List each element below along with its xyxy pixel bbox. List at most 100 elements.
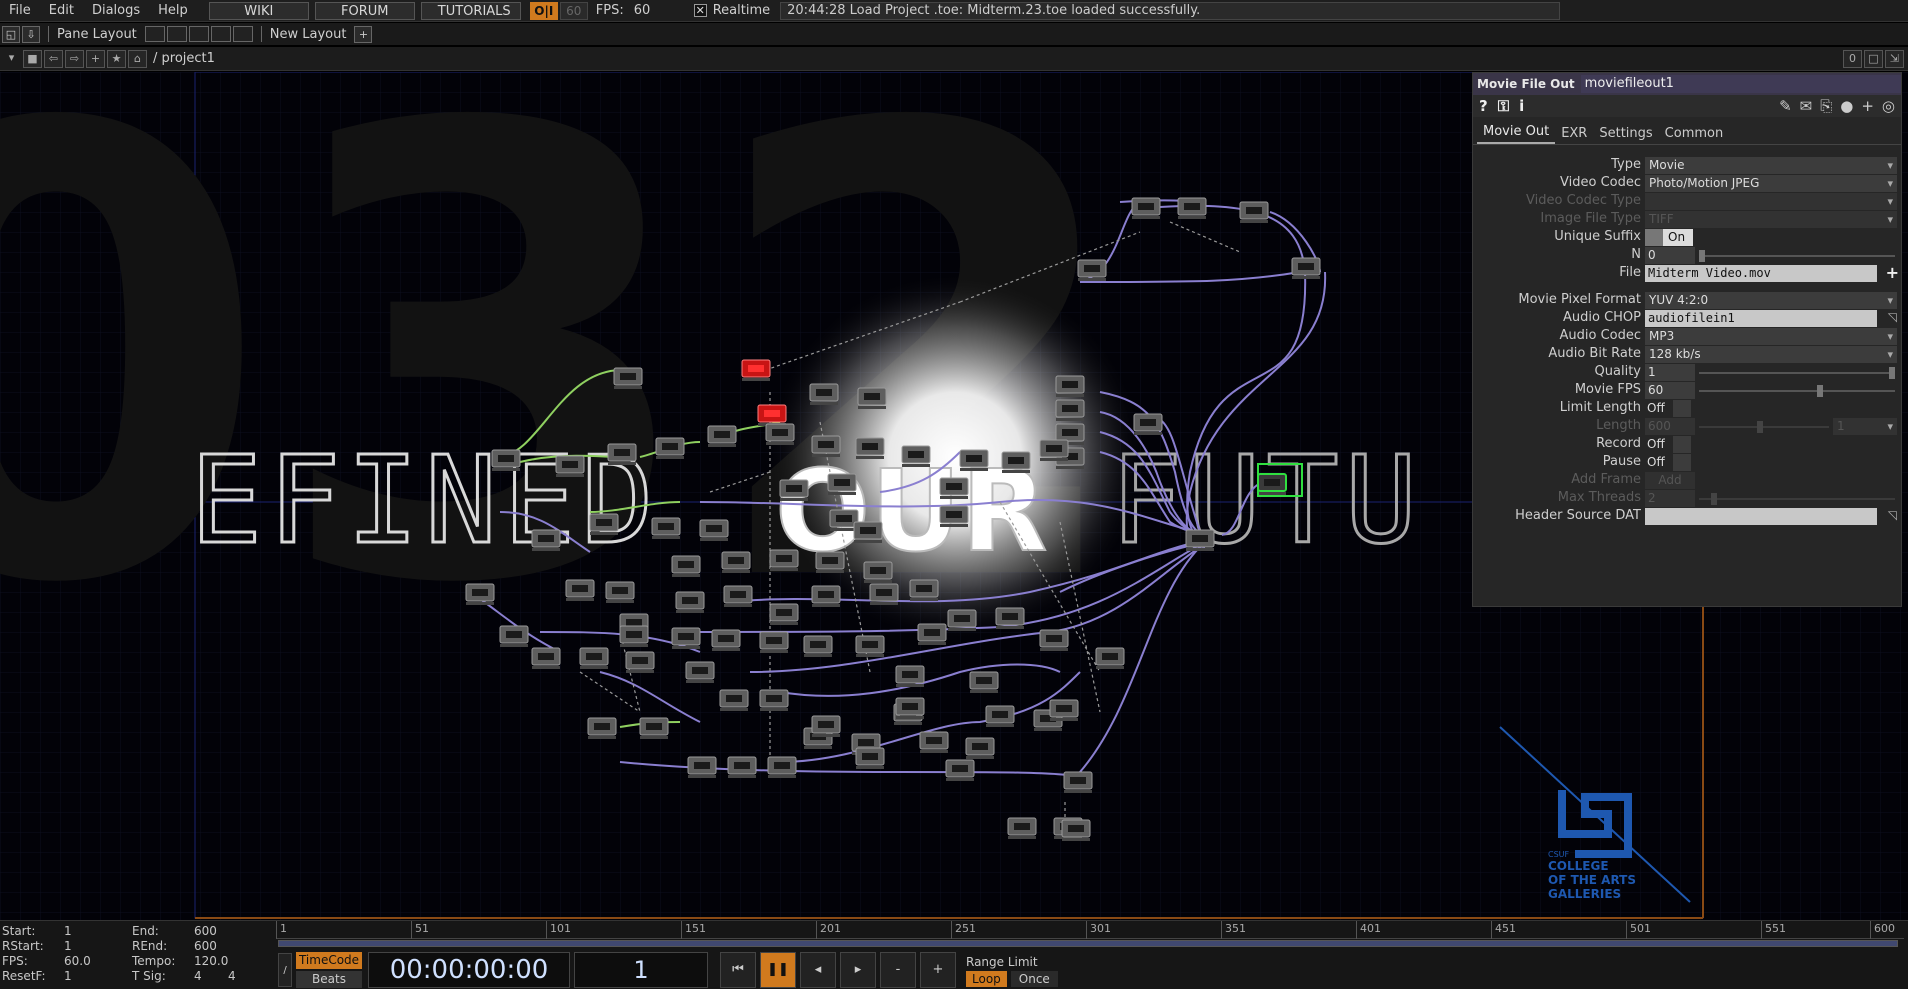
help-icon[interactable]: ?: [1479, 97, 1488, 115]
python-help-icon[interactable]: ⚿: [1498, 97, 1509, 115]
back-arrow-icon[interactable]: ⇦: [44, 49, 63, 68]
resetf-value[interactable]: 1: [64, 969, 72, 984]
start-value[interactable]: 1: [64, 924, 72, 939]
rend-value[interactable]: 600: [194, 939, 217, 954]
header-source-field[interactable]: [1645, 508, 1877, 525]
end-value[interactable]: 600: [194, 924, 217, 939]
video-codec-menu[interactable]: Photo/Motion JPEG: [1645, 175, 1897, 192]
pixel-format-menu[interactable]: YUV 4:2:0: [1645, 292, 1897, 309]
tab-movie-out[interactable]: Movie Out: [1477, 124, 1556, 144]
forum-button[interactable]: FORUM: [314, 1, 415, 20]
movie-fps-slider[interactable]: [1699, 385, 1895, 397]
forward-arrow-icon[interactable]: ⇨: [65, 49, 84, 68]
audio-codec-menu[interactable]: MP3: [1645, 328, 1897, 345]
info-icon[interactable]: i: [1519, 97, 1524, 115]
target-icon[interactable]: ◎: [1882, 97, 1895, 115]
file-browse-plus-icon[interactable]: +: [1886, 263, 1899, 282]
slider-handle[interactable]: [1889, 367, 1895, 379]
tab-common[interactable]: Common: [1659, 126, 1730, 144]
layout-vsplit-icon[interactable]: [166, 26, 187, 42]
fps-value[interactable]: 60.0: [64, 954, 91, 969]
audio-bitrate-menu[interactable]: 128 kb/s: [1645, 346, 1897, 363]
menu-help[interactable]: Help: [149, 1, 197, 21]
new-layout-plus-button[interactable]: +: [354, 25, 373, 43]
menu-edit[interactable]: Edit: [40, 1, 83, 21]
slider-handle[interactable]: [1711, 493, 1717, 505]
step-forward-icon[interactable]: ▸: [840, 952, 876, 988]
star-icon[interactable]: ★: [107, 49, 126, 68]
slider-handle[interactable]: [1699, 250, 1705, 262]
timeline-ruler[interactable]: 1 51 101 151 201 251 301 351 401 451 501 551 600: [276, 921, 1904, 939]
decrement-icon[interactable]: -: [880, 952, 916, 988]
rewind-icon[interactable]: ⏮: [720, 952, 756, 988]
slider-handle[interactable]: [1817, 385, 1823, 397]
menu-file[interactable]: File: [0, 1, 40, 21]
length-unit-menu[interactable]: 1: [1833, 418, 1897, 435]
range-bar[interactable]: [278, 940, 1898, 947]
node-picker-icon[interactable]: ◹: [1888, 508, 1897, 522]
home-icon[interactable]: ⌂: [128, 49, 147, 68]
image-file-type-menu[interactable]: TIFF: [1645, 211, 1897, 228]
max-threads-field[interactable]: 2: [1645, 490, 1695, 507]
unique-suffix-toggle[interactable]: On: [1645, 229, 1693, 246]
add-frame-button[interactable]: Add: [1645, 472, 1695, 489]
edit-icon[interactable]: ✎: [1779, 97, 1792, 115]
menu-dialogs[interactable]: Dialogs: [83, 1, 149, 21]
operator-name-field[interactable]: moviefileout1: [1580, 75, 1901, 93]
stop-icon[interactable]: ■: [23, 49, 42, 68]
rstart-value[interactable]: 1: [64, 939, 72, 954]
wiki-button[interactable]: WIKI: [208, 1, 309, 20]
layout-quad-icon[interactable]: [232, 26, 253, 42]
limit-length-toggle[interactable]: Off: [1645, 400, 1691, 417]
loop-button[interactable]: Loop: [966, 970, 1007, 987]
tempo-value[interactable]: 120.0: [194, 954, 228, 969]
realtime-checkbox[interactable]: ✕: [693, 4, 707, 17]
add-icon[interactable]: +: [86, 49, 105, 68]
network-path[interactable]: / project1: [153, 51, 215, 66]
quality-slider[interactable]: [1699, 367, 1895, 379]
record-toggle[interactable]: Off: [1645, 436, 1691, 453]
beats-mode-button[interactable]: Beats: [296, 971, 362, 988]
tutorials-button[interactable]: TUTORIALS: [420, 1, 521, 20]
movie-fps-field[interactable]: 60: [1645, 382, 1695, 399]
fps-cap-field[interactable]: 60: [559, 1, 588, 20]
pane-index-field[interactable]: 0: [1843, 50, 1862, 68]
audio-chop-field[interactable]: audiofilein1: [1645, 310, 1877, 327]
length-slider[interactable]: [1699, 421, 1829, 433]
comment-icon[interactable]: ✉: [1800, 97, 1813, 115]
quality-field[interactable]: 1: [1645, 364, 1695, 381]
layout-hsplit-icon[interactable]: [188, 26, 209, 42]
frame-field[interactable]: 1: [574, 952, 708, 988]
timecode-display[interactable]: 00:00:00:00: [368, 952, 570, 988]
clone-icon[interactable]: ⎘: [1820, 97, 1832, 115]
chevron-down-icon[interactable]: ▾: [2, 50, 21, 68]
node-picker-icon[interactable]: ◹: [1888, 310, 1897, 324]
tsig-numerator[interactable]: 4: [194, 969, 202, 984]
maximize-icon[interactable]: □: [1864, 50, 1883, 68]
timeline-options-icon[interactable]: /: [278, 953, 292, 987]
file-field[interactable]: Midterm Video.mov: [1645, 265, 1877, 282]
python-icon[interactable]: ●: [1840, 97, 1853, 115]
tab-settings[interactable]: Settings: [1593, 126, 1658, 144]
slider-handle[interactable]: [1757, 421, 1763, 433]
expand-icon[interactable]: ⇲: [1885, 50, 1904, 68]
pause-toggle[interactable]: Off: [1645, 454, 1691, 471]
n-slider[interactable]: [1699, 250, 1895, 262]
once-button[interactable]: Once: [1010, 970, 1058, 987]
pane-link-icon[interactable]: ⇩: [22, 25, 40, 43]
layout-single-icon[interactable]: [144, 26, 165, 42]
timecode-mode-button[interactable]: TimeCode: [296, 952, 362, 969]
pane-split-icon[interactable]: ◱: [2, 25, 20, 43]
pause-icon[interactable]: ❚❚: [760, 952, 796, 988]
increment-icon[interactable]: +: [920, 952, 956, 988]
add-param-icon[interactable]: +: [1861, 97, 1874, 115]
step-back-icon[interactable]: ◂: [800, 952, 836, 988]
video-codec-type-menu[interactable]: [1645, 193, 1897, 210]
layout-triple-icon[interactable]: [210, 26, 231, 42]
n-field[interactable]: 0: [1645, 247, 1695, 264]
length-field[interactable]: 600: [1645, 418, 1695, 435]
tab-exr[interactable]: EXR: [1555, 126, 1593, 144]
oi-toggle-button[interactable]: O|I: [529, 1, 558, 20]
type-menu[interactable]: Movie: [1645, 157, 1897, 174]
max-threads-slider[interactable]: [1699, 493, 1895, 505]
